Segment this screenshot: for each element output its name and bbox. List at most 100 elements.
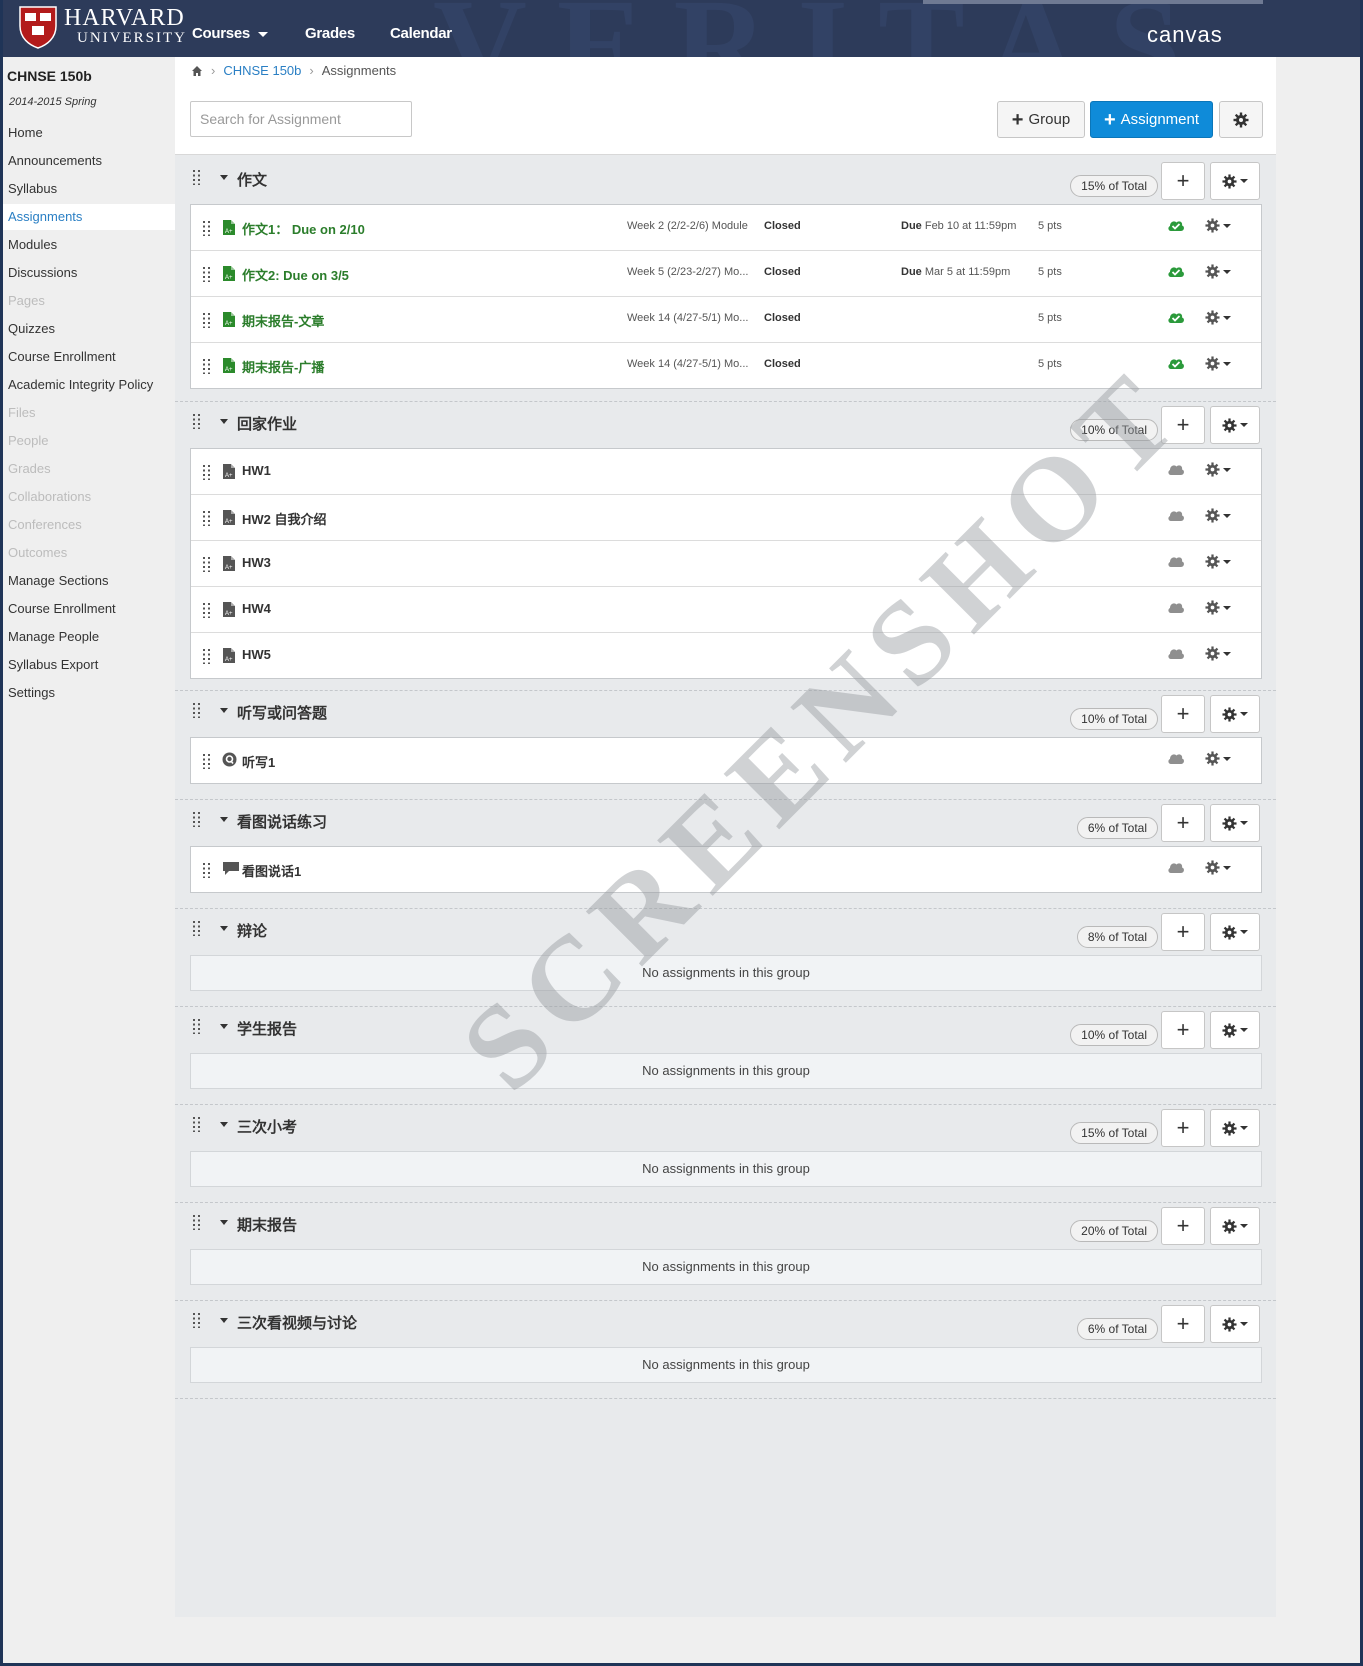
sidebar-item-manage-sections[interactable]: Manage Sections (3, 568, 175, 594)
sidebar-item-files[interactable]: Files (3, 400, 175, 426)
collapse-caret-icon[interactable] (220, 1220, 228, 1225)
assignment-title-link[interactable]: HW3 (242, 555, 271, 570)
published-cloud-icon[interactable] (1167, 264, 1185, 278)
unpublished-cloud-icon[interactable] (1167, 646, 1185, 660)
sidebar-item-home[interactable]: Home (3, 120, 175, 146)
sidebar-item-course-enrollment[interactable]: Course Enrollment (3, 596, 175, 622)
assignment-title-link[interactable]: 听写1 (242, 752, 275, 771)
assignment-drag-handle[interactable] (203, 464, 211, 481)
sidebar-item-syllabus[interactable]: Syllabus (3, 176, 175, 202)
assignment-title-link[interactable]: HW2 自我介绍 (242, 509, 327, 528)
add-group-button[interactable]: + Group (997, 101, 1085, 138)
assignment-title-link[interactable]: 作文2: Due on 3/5 (242, 265, 349, 284)
published-cloud-icon[interactable] (1167, 218, 1185, 232)
nav-grades[interactable]: Grades (305, 25, 355, 42)
group-drag-handle[interactable] (193, 1116, 201, 1133)
unpublished-cloud-icon[interactable] (1167, 508, 1185, 522)
sidebar-item-manage-people[interactable]: Manage People (3, 624, 175, 650)
assignment-title-link[interactable]: 作文1： Due on 2/10 (242, 219, 365, 238)
unpublished-cloud-icon[interactable] (1167, 600, 1185, 614)
assignment-row[interactable]: A+ HW1 (191, 449, 1261, 495)
brand-harvard[interactable]: HARVARD (64, 5, 185, 32)
assignment-drag-handle[interactable] (203, 510, 211, 527)
group-drag-handle[interactable] (193, 1312, 201, 1329)
published-cloud-icon[interactable] (1167, 356, 1185, 370)
assignment-row[interactable]: A+ HW3 (191, 541, 1261, 587)
collapse-caret-icon[interactable] (220, 1122, 228, 1127)
collapse-caret-icon[interactable] (220, 817, 228, 822)
assignment-title-link[interactable]: 期末报告-广播 (242, 357, 324, 376)
assignment-drag-handle[interactable] (203, 312, 211, 329)
unpublished-cloud-icon[interactable] (1167, 860, 1185, 874)
assignment-title-link[interactable]: HW5 (242, 647, 271, 662)
assignment-settings-button[interactable] (1205, 462, 1231, 477)
assignment-drag-handle[interactable] (203, 753, 211, 770)
assignment-drag-handle[interactable] (203, 556, 211, 573)
assignment-settings-button[interactable] (1205, 264, 1231, 279)
harvard-shield-icon[interactable] (17, 4, 59, 50)
assignment-row[interactable]: 看图说话1 (191, 847, 1261, 892)
assignment-title-link[interactable]: 看图说话1 (242, 861, 301, 880)
add-to-group-button[interactable]: + (1161, 1011, 1205, 1049)
add-to-group-button[interactable]: + (1161, 1207, 1205, 1245)
course-title[interactable]: CHNSE 150b (7, 68, 92, 84)
add-assignment-button[interactable]: + Assignment (1090, 101, 1213, 138)
published-cloud-icon[interactable] (1167, 310, 1185, 324)
collapse-caret-icon[interactable] (220, 926, 228, 931)
group-drag-handle[interactable] (193, 1018, 201, 1035)
assignment-settings-button[interactable] (1205, 554, 1231, 569)
assignment-title-link[interactable]: HW1 (242, 463, 271, 478)
nav-courses[interactable]: Courses (192, 25, 268, 42)
group-settings-button[interactable] (1210, 695, 1260, 733)
add-to-group-button[interactable]: + (1161, 1109, 1205, 1147)
assignment-settings-button[interactable] (1205, 356, 1231, 371)
assignment-title-link[interactable]: HW4 (242, 601, 271, 616)
assignment-drag-handle[interactable] (203, 862, 211, 879)
sidebar-item-outcomes[interactable]: Outcomes (3, 540, 175, 566)
assignment-row[interactable]: A+ 作文1： Due on 2/10 Week 2 (2/2-2/6) Modul… (191, 205, 1261, 251)
add-to-group-button[interactable]: + (1161, 804, 1205, 842)
group-settings-button[interactable] (1210, 162, 1260, 200)
canvas-logo[interactable]: canvas (1147, 22, 1223, 48)
collapse-caret-icon[interactable] (220, 1318, 228, 1323)
sidebar-item-settings[interactable]: Settings (3, 680, 175, 706)
group-settings-button[interactable] (1210, 1207, 1260, 1245)
assignment-settings-button[interactable] (1205, 600, 1231, 615)
assignment-settings-button[interactable] (1205, 218, 1231, 233)
assignment-row[interactable]: A+ 期末报告-文章 Week 14 (4/27-5/1) Mo... Closed 5… (191, 297, 1261, 343)
group-drag-handle[interactable] (193, 169, 201, 186)
sidebar-item-announcements[interactable]: Announcements (3, 148, 175, 174)
add-to-group-button[interactable]: + (1161, 406, 1205, 444)
group-settings-button[interactable] (1210, 1109, 1260, 1147)
collapse-caret-icon[interactable] (220, 419, 228, 424)
unpublished-cloud-icon[interactable] (1167, 554, 1185, 568)
group-drag-handle[interactable] (193, 1214, 201, 1231)
assignment-drag-handle[interactable] (203, 602, 211, 619)
add-to-group-button[interactable]: + (1161, 695, 1205, 733)
group-drag-handle[interactable] (193, 920, 201, 937)
settings-button[interactable] (1219, 101, 1263, 138)
group-settings-button[interactable] (1210, 913, 1260, 951)
sidebar-item-grades[interactable]: Grades (3, 456, 175, 482)
sidebar-item-collaborations[interactable]: Collaborations (3, 484, 175, 510)
unpublished-cloud-icon[interactable] (1167, 751, 1185, 765)
home-icon[interactable] (191, 65, 203, 77)
unpublished-cloud-icon[interactable] (1167, 462, 1185, 476)
nav-calendar[interactable]: Calendar (390, 25, 452, 42)
breadcrumb-course[interactable]: CHNSE 150b (223, 63, 301, 78)
assignment-row[interactable]: A+ 作文2: Due on 3/5 Week 5 (2/23-2/27) Mo..… (191, 251, 1261, 297)
assignment-row[interactable]: A+ 期末报告-广播 Week 14 (4/27-5/1) Mo... Closed 5… (191, 343, 1261, 388)
group-settings-button[interactable] (1210, 1305, 1260, 1343)
assignment-drag-handle[interactable] (203, 648, 211, 665)
add-to-group-button[interactable]: + (1161, 1305, 1205, 1343)
assignment-title-link[interactable]: 期末报告-文章 (242, 311, 324, 330)
assignment-row[interactable]: A+ HW5 (191, 633, 1261, 678)
assignment-drag-handle[interactable] (203, 358, 211, 375)
collapse-caret-icon[interactable] (220, 708, 228, 713)
assignment-row[interactable]: 听写1 (191, 738, 1261, 783)
sidebar-item-people[interactable]: People (3, 428, 175, 454)
sidebar-item-course-enrollment[interactable]: Course Enrollment (3, 344, 175, 370)
group-settings-button[interactable] (1210, 1011, 1260, 1049)
group-drag-handle[interactable] (193, 702, 201, 719)
assignment-settings-button[interactable] (1205, 508, 1231, 523)
